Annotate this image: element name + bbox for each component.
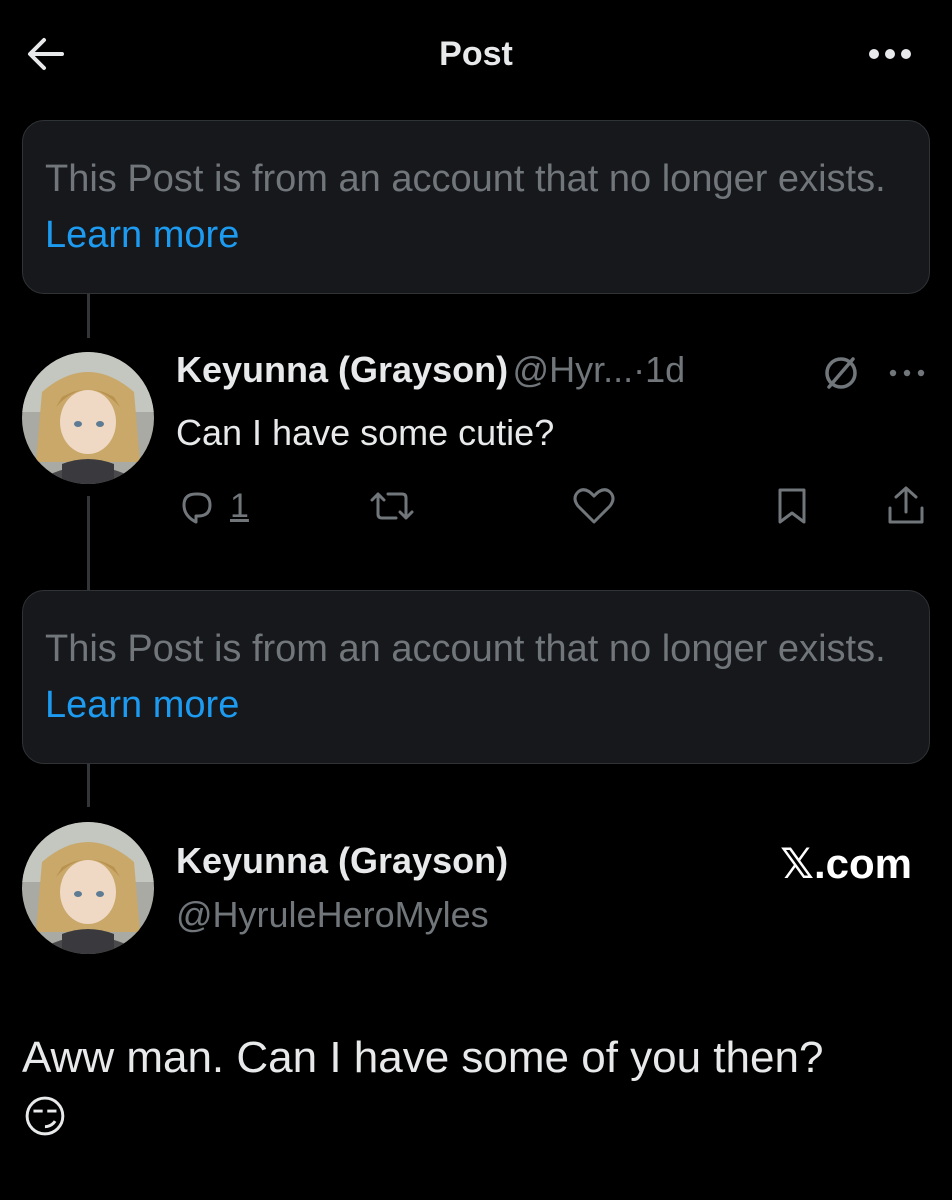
learn-more-link[interactable]: Learn more (45, 684, 239, 726)
retweet-button[interactable] (362, 486, 422, 530)
deleted-account-notice: This Post is from an account that no lon… (22, 590, 930, 764)
bookmark-icon (778, 488, 806, 524)
reply-more-button[interactable] (886, 364, 928, 382)
like-button[interactable] (572, 486, 616, 530)
avatar[interactable] (22, 822, 154, 954)
post-body: Aww man. Can I have some of you then? (22, 1033, 824, 1082)
notice-text: This Post is from an account that no lon… (45, 158, 886, 200)
x-com-watermark: 𝕏.com (780, 840, 912, 887)
learn-more-link[interactable]: Learn more (45, 214, 239, 256)
reply-text: Can I have some cutie? (176, 412, 555, 453)
bookmark-button[interactable] (774, 486, 814, 530)
display-name[interactable]: Keyunna (Grayson) (176, 349, 508, 390)
notice-text: This Post is from an account that no lon… (45, 628, 886, 670)
more-horizontal-icon (889, 369, 925, 377)
display-name[interactable]: Keyunna (Grayson) (176, 836, 508, 886)
thread-connector (87, 763, 90, 807)
avatar-illustration (22, 352, 154, 484)
no-sign-icon (820, 352, 862, 394)
like-icon (573, 488, 615, 524)
deleted-account-notice: This Post is from an account that no lon… (22, 120, 930, 294)
thread-connector (87, 496, 90, 590)
reply-header: Keyunna (Grayson) @Hyr...·1d (176, 345, 685, 403)
share-button[interactable] (886, 484, 926, 528)
timestamp[interactable]: 1d (645, 349, 685, 390)
thread-connector (87, 294, 90, 338)
more-horizontal-icon (869, 49, 911, 59)
smirk-emoji: 😏 (22, 1093, 68, 1142)
user-handle[interactable]: @HyruleHeroMyles (176, 890, 489, 940)
share-icon (888, 486, 924, 524)
page-title: Post (439, 35, 513, 73)
avatar-illustration (22, 822, 154, 954)
post-text: Aww man. Can I have some of you then? 😏 (22, 1028, 932, 1148)
separator-dot: · (633, 349, 646, 390)
retweet-icon (370, 492, 414, 520)
reply-count: 1 (230, 487, 249, 525)
avatar[interactable] (22, 352, 154, 484)
reply-button[interactable]: 1 (176, 486, 256, 530)
user-handle[interactable]: @Hyr... (513, 349, 634, 390)
more-options-button[interactable] (866, 40, 914, 68)
reply-icon (182, 492, 212, 524)
